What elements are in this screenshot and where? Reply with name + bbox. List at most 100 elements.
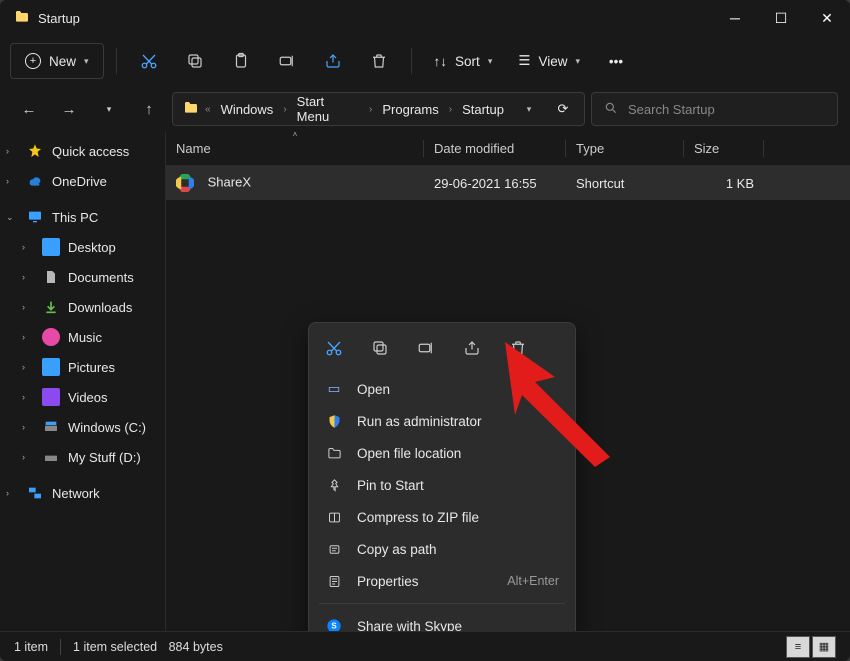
sidebar-item-documents[interactable]: › Documents	[0, 262, 165, 292]
chevron-right-icon: ›	[447, 104, 454, 115]
copy-button[interactable]	[365, 333, 395, 363]
rename-button[interactable]	[411, 333, 441, 363]
svg-text:S: S	[331, 622, 337, 631]
address-bar[interactable]: « Windows › Start Menu › Programs › Star…	[172, 92, 585, 126]
zip-icon	[325, 510, 343, 525]
chevron-right-icon[interactable]: ›	[22, 332, 34, 342]
breadcrumb[interactable]: Windows	[217, 102, 278, 117]
context-item-compress[interactable]: Compress to ZIP file	[309, 501, 575, 533]
up-button[interactable]: ↑	[132, 92, 166, 126]
sidebar-item-label: Network	[52, 486, 100, 501]
chevron-down-icon: ▾	[575, 56, 580, 67]
context-item-label: Run as administrator	[357, 414, 482, 429]
sidebar-item-label: Videos	[68, 390, 108, 405]
sidebar-item-this-pc[interactable]: ⌄ This PC	[0, 202, 165, 232]
chevron-right-icon: ›	[281, 104, 288, 115]
copy-button[interactable]	[175, 43, 215, 79]
chevron-right-icon[interactable]: ›	[22, 302, 34, 312]
sidebar-item-label: Downloads	[68, 300, 132, 315]
recent-locations-button[interactable]: ▾	[92, 92, 126, 126]
refresh-button[interactable]: ⟳	[546, 93, 580, 125]
item-count: 1 item	[14, 640, 48, 654]
sidebar-item-downloads[interactable]: › Downloads	[0, 292, 165, 322]
sidebar-item-drive-c[interactable]: › Windows (C:)	[0, 412, 165, 442]
details-view-button[interactable]: ≡	[786, 636, 810, 658]
sidebar-item-desktop[interactable]: › Desktop	[0, 232, 165, 262]
chevron-right-icon[interactable]: ›	[22, 422, 34, 432]
share-button[interactable]	[457, 333, 487, 363]
sidebar-item-drive-d[interactable]: › My Stuff (D:)	[0, 442, 165, 472]
shield-icon	[325, 414, 343, 429]
chevron-right-icon[interactable]: ›	[6, 176, 18, 186]
context-menu-separator	[319, 603, 565, 604]
column-headers: Name ˄ Date modified Type Size	[166, 132, 850, 166]
context-item-copy-path[interactable]: Copy as path	[309, 533, 575, 565]
minimize-button[interactable]: ─	[712, 0, 758, 36]
chevron-right-icon[interactable]: ›	[22, 362, 34, 372]
videos-icon	[42, 388, 60, 406]
sidebar-item-quick-access[interactable]: › Quick access	[0, 136, 165, 166]
breadcrumb[interactable]: Startup	[458, 102, 508, 117]
copy-path-icon	[325, 542, 343, 557]
maximize-button[interactable]: ☐	[758, 0, 804, 36]
sidebar-item-onedrive[interactable]: › OneDrive	[0, 166, 165, 196]
forward-button[interactable]: →	[52, 92, 86, 126]
breadcrumb[interactable]: Start Menu	[293, 94, 363, 124]
context-item-pin-start[interactable]: Pin to Start	[309, 469, 575, 501]
back-button[interactable]: ←	[12, 92, 46, 126]
toolbar: + New ▾ ↑↓ Sort ▾ ☰ View	[0, 36, 850, 86]
context-item-properties[interactable]: Properties Alt+Enter	[309, 565, 575, 597]
new-label: New	[49, 54, 76, 69]
search-box[interactable]: Search Startup	[591, 92, 838, 126]
file-row[interactable]: ShareX 29-06-2021 16:55 Shortcut 1 KB	[166, 166, 850, 200]
context-item-share-skype[interactable]: S Share with Skype	[309, 610, 575, 631]
cut-button[interactable]	[319, 333, 349, 363]
share-button[interactable]	[313, 43, 353, 79]
properties-icon	[325, 574, 343, 589]
titlebar: Startup ─ ☐ ✕	[0, 0, 850, 36]
chevron-right-icon[interactable]: ›	[6, 146, 18, 156]
breadcrumb[interactable]: Programs	[378, 102, 442, 117]
pictures-icon	[42, 358, 60, 376]
thumbnails-view-button[interactable]: ▦	[812, 636, 836, 658]
chevron-right-icon[interactable]: ›	[22, 242, 34, 252]
chevron-right-icon[interactable]: ›	[22, 272, 34, 282]
column-header-size[interactable]: Size	[684, 132, 764, 165]
sidebar-item-videos[interactable]: › Videos	[0, 382, 165, 412]
context-item-label: Pin to Start	[357, 478, 424, 493]
sort-icon: ↑↓	[434, 54, 448, 69]
chevron-down-icon[interactable]: ⌄	[6, 212, 18, 223]
sort-ascending-icon: ˄	[293, 132, 298, 139]
sidebar-item-label: Quick access	[52, 144, 129, 159]
documents-icon	[42, 268, 60, 286]
window-title: Startup	[38, 11, 712, 26]
chevron-right-icon[interactable]: ›	[22, 392, 34, 402]
toolbar-divider	[116, 48, 117, 74]
chevron-right-icon[interactable]: ›	[22, 452, 34, 462]
chevron-right-icon[interactable]: ›	[6, 488, 18, 498]
drive-icon	[42, 448, 60, 466]
new-button[interactable]: + New ▾	[10, 43, 104, 79]
rename-button[interactable]	[267, 43, 307, 79]
plus-icon: +	[25, 53, 41, 69]
paste-button[interactable]	[221, 43, 261, 79]
music-icon	[42, 328, 60, 346]
column-header-date[interactable]: Date modified	[424, 132, 566, 165]
close-button[interactable]: ✕	[804, 0, 850, 36]
selected-count: 1 item selected	[73, 640, 157, 654]
delete-button[interactable]	[359, 43, 399, 79]
sidebar-item-pictures[interactable]: › Pictures	[0, 352, 165, 382]
cut-button[interactable]	[129, 43, 169, 79]
view-button[interactable]: ☰ View ▾	[508, 43, 590, 79]
network-icon	[26, 484, 44, 502]
address-dropdown-button[interactable]: ▾	[512, 93, 546, 125]
sort-button[interactable]: ↑↓ Sort ▾	[424, 43, 503, 79]
sidebar-item-network[interactable]: › Network	[0, 478, 165, 508]
selected-bytes: 884 bytes	[169, 640, 223, 654]
column-header-name[interactable]: Name ˄	[166, 132, 424, 165]
chevron-right-icon: ›	[367, 104, 374, 115]
sidebar-item-music[interactable]: › Music	[0, 322, 165, 352]
column-header-type[interactable]: Type	[566, 132, 684, 165]
more-button[interactable]: •••	[596, 43, 636, 79]
search-icon	[604, 101, 618, 118]
